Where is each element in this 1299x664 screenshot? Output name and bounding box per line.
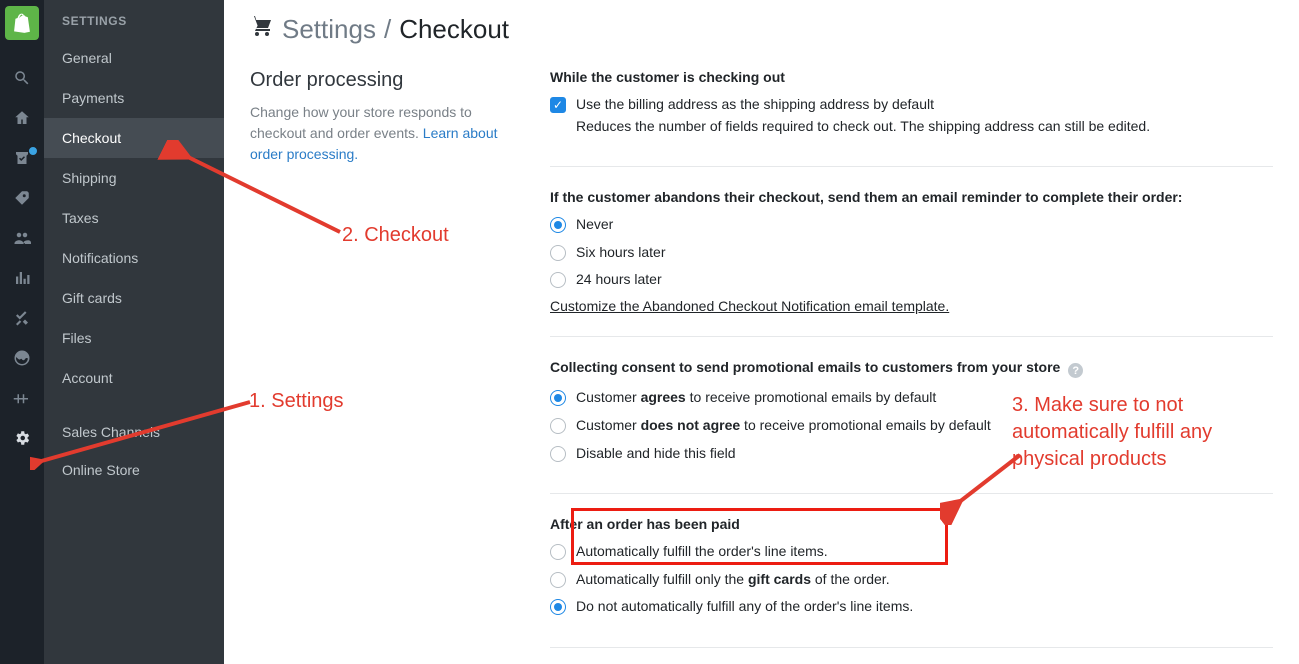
group-consent: Collecting consent to send promotional e… <box>550 359 1273 494</box>
sidebar-item-taxes[interactable]: Taxes <box>44 198 224 238</box>
channel-online-store[interactable]: Online Store <box>44 450 224 490</box>
group-abandoned: If the customer abandons their checkout,… <box>550 189 1273 337</box>
section-description: Change how your store responds to checko… <box>250 102 518 165</box>
apps-icon[interactable] <box>0 378 44 418</box>
customize-abandoned-link[interactable]: Customize the Abandoned Checkout Notific… <box>550 298 949 314</box>
sidebar-item-files[interactable]: Files <box>44 318 224 358</box>
radio-consent-not-agree[interactable] <box>550 418 566 434</box>
sidebar-item-payments[interactable]: Payments <box>44 78 224 118</box>
radio-fulfill-giftcards[interactable] <box>550 572 566 588</box>
sidebar-item-checkout[interactable]: Checkout <box>44 118 224 158</box>
radio-consent-disable[interactable] <box>550 446 566 462</box>
section-meta: Order processing Change how your store r… <box>250 69 550 664</box>
icon-rail <box>0 0 44 664</box>
settings-nav: General Payments Checkout Shipping Taxes… <box>44 38 224 398</box>
sidebar-item-general[interactable]: General <box>44 38 224 78</box>
sidebar-item-notifications[interactable]: Notifications <box>44 238 224 278</box>
radio-abandon-never[interactable] <box>550 217 566 233</box>
customers-icon[interactable] <box>0 218 44 258</box>
radio-consent-agrees[interactable] <box>550 390 566 406</box>
section-body: While the customer is checking out Use t… <box>550 69 1273 664</box>
checkbox-billing-as-shipping[interactable] <box>550 97 566 113</box>
annotation-box <box>571 508 948 565</box>
discounts-icon[interactable] <box>0 298 44 338</box>
section-title: Order processing <box>250 69 518 92</box>
sidebar-item-gift-cards[interactable]: Gift cards <box>44 278 224 318</box>
products-icon[interactable] <box>0 178 44 218</box>
breadcrumb: Settings / Checkout <box>224 0 1299 51</box>
sales-channels-title: Sales Channels <box>44 424 224 450</box>
breadcrumb-root[interactable]: Settings <box>282 14 376 45</box>
group-billing: While the customer is checking out Use t… <box>550 69 1273 167</box>
sidebar-item-shipping[interactable]: Shipping <box>44 158 224 198</box>
radio-abandon-24h[interactable] <box>550 272 566 288</box>
radio-fulfill-all[interactable] <box>550 544 566 560</box>
breadcrumb-current: Checkout <box>399 14 509 45</box>
shopify-logo <box>5 6 39 40</box>
help-icon[interactable]: ? <box>1068 363 1083 378</box>
analytics-icon[interactable] <box>0 258 44 298</box>
settings-icon[interactable] <box>0 418 44 458</box>
home-icon[interactable] <box>0 98 44 138</box>
orders-icon[interactable] <box>0 138 44 178</box>
sidebar-item-account[interactable]: Account <box>44 358 224 398</box>
search-icon[interactable] <box>0 58 44 98</box>
cart-icon <box>250 14 274 45</box>
sidebar-title: SETTINGS <box>44 0 224 38</box>
settings-sidebar: SETTINGS General Payments Checkout Shipp… <box>44 0 224 664</box>
radio-abandon-6h[interactable] <box>550 245 566 261</box>
online-store-icon[interactable] <box>0 338 44 378</box>
radio-fulfill-none[interactable] <box>550 599 566 615</box>
